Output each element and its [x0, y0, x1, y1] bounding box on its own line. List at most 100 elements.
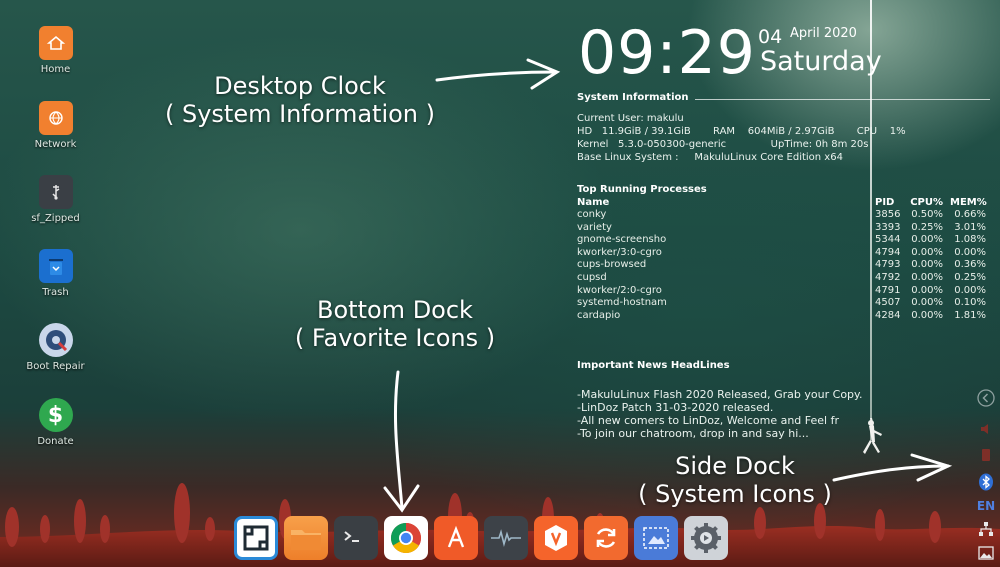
process-cpu: 0.25% [911, 221, 943, 233]
news-heading: Important News HeadLines [577, 360, 730, 371]
system-info-line: HD 11.9GiB / 39.1GiB RAM 604MiB / 2.97Gi… [577, 126, 906, 137]
desktop-icon-network[interactable]: Network [18, 101, 93, 150]
bluetooth-icon [979, 473, 993, 491]
column-header: MEM% [950, 197, 987, 208]
desktop-icon-label: Boot Repair [26, 361, 85, 372]
dock-software-center[interactable] [534, 516, 578, 560]
climbing-figure-illustration [863, 418, 882, 454]
side-dock-collapse-button[interactable] [974, 387, 998, 409]
process-row: cardapio 4284 0.00% 1.81% [577, 310, 989, 323]
process-cpu: 0.00% [911, 234, 943, 246]
news-line: -To join our chatroom, drop in and say h… [577, 427, 809, 440]
dock-app-store[interactable] [434, 516, 478, 560]
process-name: systemd-hostnam [577, 297, 667, 309]
desktop-icon-label: Trash [42, 287, 69, 298]
process-name: kworker/3:0-cgro [577, 246, 662, 258]
process-pid: 4791 [875, 284, 901, 296]
desktop-clock-time: 09:29 [578, 18, 756, 88]
arrow-to-clock [435, 70, 558, 82]
process-pid: 4284 [875, 309, 901, 321]
process-row: variety 3393 0.25% 3.01% [577, 222, 989, 235]
update-manager-icon [596, 528, 616, 548]
side-dock-network[interactable] [974, 520, 998, 538]
side-dock-volume[interactable] [974, 420, 998, 438]
system-info-line: Base Linux System : MakuluLinux Core Edi… [577, 152, 843, 163]
usb-drive-icon [38, 175, 73, 209]
process-row: cups-browsed 4793 0.00% 0.36% [577, 259, 989, 272]
divider [695, 99, 990, 100]
process-row: systemd-hostnam 4507 0.00% 0.10% [577, 297, 989, 310]
process-cpu: 0.00% [911, 284, 943, 296]
process-pid: 4792 [875, 272, 901, 283]
process-pid: 3856 [875, 209, 901, 220]
news-line: -MakuluLinux Flash 2020 Released, Grab y… [577, 388, 863, 401]
dock-screenshot-tool[interactable] [634, 516, 678, 560]
annotation-text: Side Dock [675, 452, 795, 480]
chevron-left-icon [977, 389, 995, 407]
side-dock-bluetooth[interactable] [974, 472, 998, 492]
trash-icon [38, 249, 73, 283]
file-manager-folder-icon [291, 530, 321, 550]
process-mem: 1.81% [954, 309, 986, 321]
desktop-icon-boot-repair[interactable]: Boot Repair [18, 323, 93, 372]
annotation-text: ( System Information ) [164, 100, 436, 128]
settings-gear-icon [691, 523, 721, 553]
processes-heading: Top Running Processes [577, 184, 707, 195]
desktop-icon-home[interactable]: Home [18, 26, 93, 75]
desktop-icon-trash[interactable]: Trash [18, 249, 93, 298]
side-dock-indicator[interactable] [974, 446, 998, 464]
image-viewer-icon [978, 546, 994, 560]
process-name: variety [577, 221, 612, 233]
desktop-icon-label: Home [40, 64, 71, 75]
desktop-icon-sf-zipped[interactable]: sf_Zipped [18, 175, 93, 224]
annotation-side-dock: Side Dock ( System Icons ) [610, 452, 860, 508]
process-mem: 1.08% [954, 234, 986, 246]
process-mem: 0.66% [954, 209, 986, 220]
home-folder-icon [38, 26, 73, 60]
keyboard-layout-indicator[interactable]: EN [974, 498, 998, 514]
annotation-text: Desktop Clock [214, 72, 386, 100]
dollar-icon: $ [38, 398, 73, 432]
dock-system-monitor[interactable] [484, 516, 528, 560]
system-info-line: Kernel 5.3.0-050300-generic UpTime: 0h 8… [577, 139, 869, 150]
clock-weekday: Saturday [760, 46, 882, 77]
processes-header-row: Name PID CPU% MEM% [577, 197, 989, 210]
column-header: Name [577, 197, 610, 208]
process-cpu: 0.00% [911, 309, 943, 321]
window-manager-icon [243, 525, 269, 551]
process-pid: 4793 [875, 259, 901, 271]
dock-chrome-browser[interactable] [384, 516, 428, 560]
arrow-head [526, 58, 561, 90]
annotation-text: ( Favorite Icons ) [294, 324, 496, 352]
annotation-text: Bottom Dock [317, 296, 473, 324]
process-row: kworker/3:0-cgro 4794 0.00% 0.00% [577, 247, 989, 260]
dock-file-manager[interactable] [284, 516, 328, 560]
desktop-icon-donate[interactable]: $ Donate [18, 398, 93, 447]
desktop-icon-label: Donate [37, 436, 74, 447]
process-name: cardapio [577, 309, 621, 321]
app-store-icon [447, 525, 465, 548]
boot-repair-icon [38, 323, 73, 357]
annotation-text: ( System Icons ) [638, 480, 832, 508]
column-header: PID [875, 197, 895, 208]
process-mem: 0.00% [954, 246, 986, 258]
terminal-icon [344, 531, 359, 542]
process-mem: 0.00% [954, 284, 986, 296]
desktop-icon-label: sf_Zipped [31, 213, 80, 224]
process-name: gnome-screensho [577, 234, 667, 246]
annotation-desktop-clock: Desktop Clock ( System Information ) [160, 72, 440, 128]
news-line: -All new comers to LinDoz, Welcome and F… [577, 414, 839, 427]
side-dock-wallpaper[interactable] [974, 544, 998, 562]
process-cpu: 0.00% [911, 297, 943, 309]
chrome-browser-icon [390, 523, 422, 554]
process-name: cupsd [577, 272, 607, 283]
dock-settings[interactable] [684, 516, 728, 560]
annotation-bottom-dock: Bottom Dock ( Favorite Icons ) [270, 296, 520, 352]
network-folder-icon [38, 101, 73, 135]
dock-terminal[interactable] [334, 516, 378, 560]
process-row: conky 3856 0.50% 0.66% [577, 209, 989, 222]
process-name: cups-browsed [577, 259, 647, 271]
dock-update-manager[interactable] [584, 516, 628, 560]
dock-window-manager[interactable] [234, 516, 278, 560]
process-cpu: 0.50% [911, 209, 943, 220]
